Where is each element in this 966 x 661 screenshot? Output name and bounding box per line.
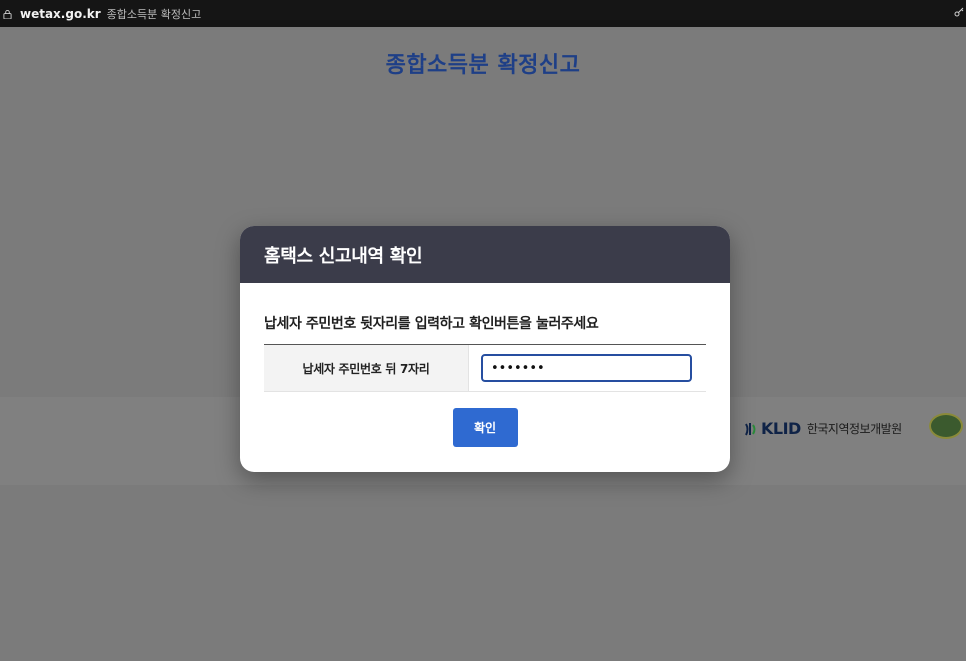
klid-logo-text: KLID [761, 419, 801, 438]
browser-domain[interactable]: wetax.go.kr [20, 7, 101, 21]
lock-icon [3, 10, 12, 19]
ssn-field-cell [469, 345, 706, 391]
klid-emblem-icon [745, 422, 756, 435]
ssn-field-label: 납세자 주민번호 뒤 7자리 [264, 345, 469, 391]
modal-title: 홈택스 신고내역 확인 [264, 245, 423, 267]
modal-header: 홈택스 신고내역 확인 [240, 226, 730, 283]
button-row: 확인 [264, 408, 706, 447]
modal-body: 납세자 주민번호 뒷자리를 입력하고 확인버튼을 눌러주세요 납세자 주민번호 … [240, 313, 730, 447]
page-title: 종합소득분 확정신고 [385, 53, 581, 78]
klid-logo: KLID [744, 419, 801, 438]
key-icon[interactable] [954, 7, 964, 17]
footer-logos: KLID 한국지역정보개발원 [744, 413, 963, 439]
browser-address-bar: wetax.go.kr 종합소득분 확정신고 [0, 0, 966, 27]
ssn-password-input[interactable] [481, 354, 692, 382]
partner-seal-logo [929, 413, 963, 439]
modal-instruction: 납세자 주민번호 뒷자리를 입력하고 확인버튼을 눌러주세요 [264, 316, 599, 332]
hometax-confirm-modal: 홈택스 신고내역 확인 납세자 주민번호 뒷자리를 입력하고 확인버튼을 눌러주… [240, 226, 730, 472]
confirm-button[interactable]: 확인 [452, 408, 518, 447]
ssn-form-row: 납세자 주민번호 뒤 7자리 [264, 344, 706, 392]
browser-page-title: 종합소득분 확정신고 [106, 7, 202, 21]
klid-org-name: 한국지역정보개발원 [806, 422, 902, 436]
